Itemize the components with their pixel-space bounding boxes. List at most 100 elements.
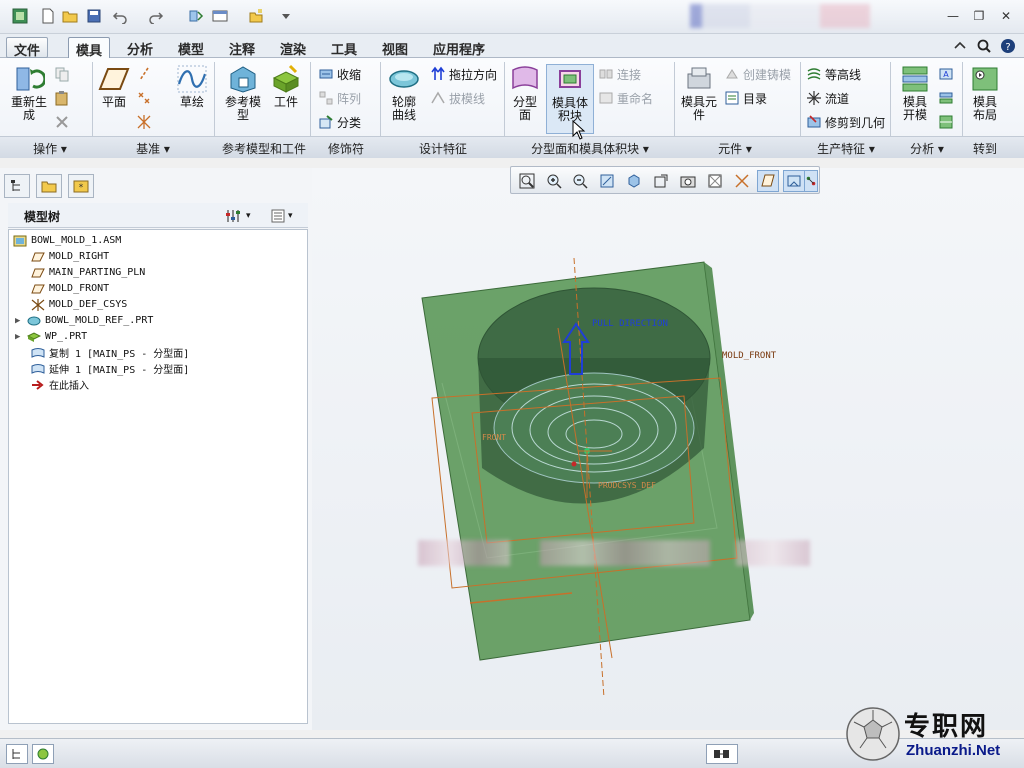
assembly-icon [13,235,27,246]
workpiece-button[interactable]: 工件 [268,64,304,109]
minimize-icon[interactable]: — [944,8,962,24]
sketch-button[interactable]: 草绘 [176,64,208,109]
tree-item[interactable]: MAIN_PARTING_PLN [31,265,145,280]
mold-component-icon [683,64,715,94]
catalog-button[interactable]: 目录 [724,88,767,108]
search-icon[interactable] [974,36,994,56]
redo-icon[interactable] [146,6,166,26]
tree-item[interactable]: MOLD_FRONT [31,281,109,296]
selection-filter-button[interactable] [706,744,738,764]
spin-center-icon[interactable] [804,170,818,192]
flow-path-button[interactable]: 流道 [806,88,849,108]
close-window-icon[interactable] [246,6,266,26]
tab-render[interactable]: 渲染 [273,37,313,58]
tab-view[interactable]: 视图 [375,37,415,58]
tree-settings-button[interactable]: ▾ [226,206,260,226]
contour-curve-button[interactable]: 轮廓曲线 [386,64,422,122]
tab-analysis[interactable]: 分析 [120,37,160,58]
folder-browser-tab[interactable] [36,174,62,198]
mold-model-view[interactable]: PULL DIRECTION MOLD_FRONT FRONT PRODCSYS… [312,198,1024,730]
paste-button[interactable] [54,88,73,108]
tab-model[interactable]: 模型 [171,37,211,58]
group-components[interactable]: 元件 ▾ [700,140,770,157]
tab-tools[interactable]: 工具 [324,37,364,58]
repaint-icon[interactable] [596,170,618,192]
favorites-tab[interactable]: * [68,174,94,198]
tree-item[interactable]: MOLD_RIGHT [31,249,109,264]
mold-layout-button[interactable]: 模具布局 [966,64,1004,122]
axis-button[interactable] [136,64,155,84]
point-button[interactable] [136,88,155,108]
tree-show-button[interactable]: ▾ [270,206,304,226]
classify-button[interactable]: 分类 [318,112,361,132]
saved-views-icon[interactable] [650,170,672,192]
browser-toggle-button[interactable] [32,744,54,764]
tree-item[interactable]: ▶ BOWL_MOLD_REF_.PRT [15,313,153,328]
model-tree-tab[interactable] [4,174,30,198]
drag-direction-button[interactable]: 拖拉方向 [430,64,497,84]
group-parting-surface[interactable]: 分型面和模具体积块 ▾ [520,140,660,157]
tab-applications[interactable]: 应用程序 [426,37,492,58]
tree-item[interactable]: 复制 1 [MAIN_PS - 分型面] [31,345,189,360]
restore-icon[interactable]: ❐ [970,8,988,24]
windows-icon[interactable] [210,6,230,26]
minimize-ribbon-icon[interactable] [950,36,970,56]
analysis-tool-1[interactable]: A [938,64,957,84]
refit-icon[interactable] [516,170,538,192]
undo-icon[interactable] [110,6,130,26]
new-icon[interactable] [38,6,58,26]
plane-button[interactable]: 平面 [96,64,132,109]
datum-display-icon[interactable] [731,170,753,192]
expand-arrow-icon[interactable]: ▶ [15,332,27,342]
group-datum[interactable]: 基准 ▾ [118,140,188,157]
view-manager-icon[interactable] [677,170,699,192]
analysis-tool-2[interactable] [938,88,957,108]
group-operations[interactable]: 操作 ▾ [20,140,80,157]
mold-opening-button[interactable]: 模具开模 [896,64,934,122]
contour-lines-button[interactable]: 等高线 [806,64,861,84]
rename-button[interactable]: 重命名 [598,88,653,108]
customize-icon[interactable] [276,6,296,26]
mold-component-button[interactable]: 模具元件 [678,64,720,122]
tree-item[interactable]: 在此插入 [31,377,89,392]
toggle-navigator-button[interactable] [6,744,28,764]
regenerate-button[interactable]: 重新生成 [6,64,52,122]
tab-mold[interactable]: 模具 [68,37,111,59]
zoom-out-icon[interactable] [569,170,591,192]
analysis-tool-3[interactable] [938,112,957,132]
draft-line-button[interactable]: 拔模线 [430,88,485,108]
tree-item[interactable]: BOWL_MOLD_1.ASM [13,233,121,248]
regenerate-icon[interactable] [186,6,206,26]
mold-volume-button[interactable]: 模具体积块 [546,64,594,134]
connect-button[interactable]: 连接 [598,64,641,84]
tree-item[interactable]: MOLD_DEF_CSYS [31,297,127,312]
expand-arrow-icon[interactable]: ▶ [15,316,27,326]
group-analysis[interactable]: 分析 ▾ [896,140,958,157]
trim-geometry-button[interactable]: 修剪到几何 [806,112,885,132]
create-casting-button[interactable]: 创建铸模 [724,64,791,84]
pattern-button[interactable]: 阵列 [318,88,361,108]
workpiece-label: 工件 [273,95,298,109]
display-style-icon[interactable] [623,170,645,192]
app-icon[interactable] [10,6,30,26]
close-icon[interactable]: ✕ [997,8,1015,24]
ref-model-button[interactable]: 参考模型 [220,64,266,122]
delete-button[interactable] [54,112,73,132]
shrink-button[interactable]: 收缩 [318,64,361,84]
ref-model-icon [227,64,259,94]
zoom-in-icon[interactable] [543,170,565,192]
tree-item[interactable]: ▶ WP_.PRT [15,329,87,344]
perspective-icon[interactable] [704,170,726,192]
group-production[interactable]: 生产特征 ▾ [806,140,886,157]
help-icon[interactable]: ? [998,36,1018,56]
open-icon[interactable] [60,6,80,26]
save-icon[interactable] [84,6,104,26]
tree-item[interactable]: 延伸 1 [MAIN_PS - 分型面] [31,361,189,376]
copy-button[interactable] [54,64,73,84]
parting-surface-button[interactable]: 分型面 [508,64,542,122]
tab-annotate[interactable]: 注释 [222,37,262,58]
annotation-display-icon[interactable] [783,170,805,192]
plane-display-icon[interactable] [757,170,779,192]
file-menu[interactable]: 文件 [6,37,49,59]
csys-button[interactable] [136,112,155,132]
